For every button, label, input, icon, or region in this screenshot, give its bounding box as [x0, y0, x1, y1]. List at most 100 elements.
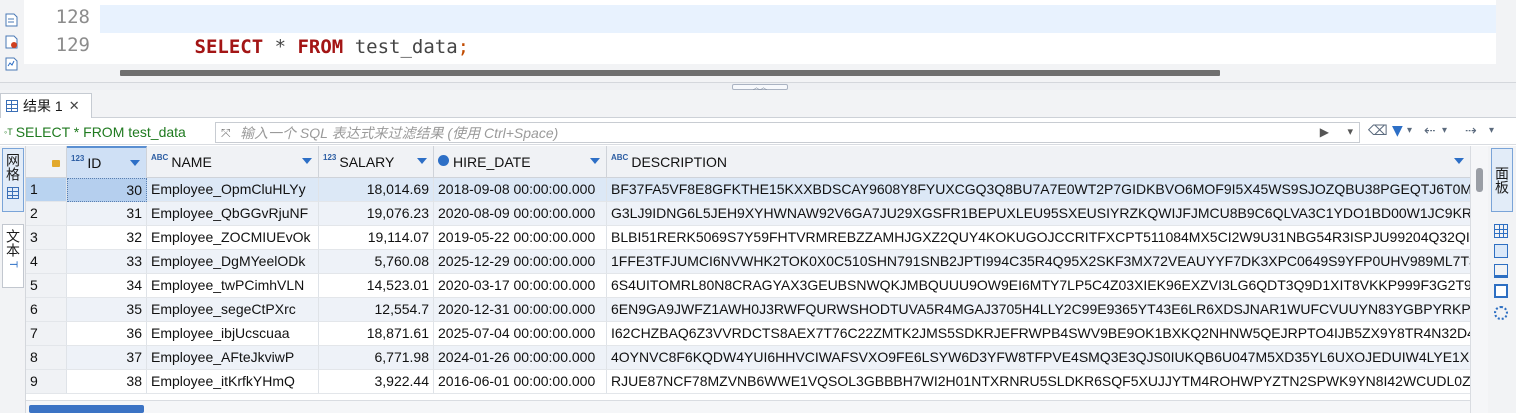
cell-hire-date[interactable]: 2025-12-29 00:00:00.000: [434, 250, 607, 274]
cell-name[interactable]: Employee_OpmCluHLYy: [147, 178, 319, 202]
settings-icon[interactable]: [1494, 306, 1508, 320]
cell-salary[interactable]: 12,554.7: [319, 298, 434, 322]
sort-icon[interactable]: [302, 158, 312, 164]
column-header-salary[interactable]: 123 SALARY: [319, 146, 434, 178]
cell-hire-date[interactable]: 2016-06-01 00:00:00.000: [434, 370, 607, 394]
cell-name[interactable]: Employee_AFteJkviwP: [147, 346, 319, 370]
export-script-icon[interactable]: [4, 34, 19, 49]
cell-name[interactable]: Employee_segeCtPXrc: [147, 298, 319, 322]
back-icon[interactable]: ⇠: [1424, 123, 1436, 139]
cell-description[interactable]: BF37FA5VF8E8GFKTHE15KXXBDSCAY9608Y8FYUXC…: [607, 178, 1470, 202]
cell-description[interactable]: 4OYNVC8F6KQDW4YUI6HHVCIWAFSVXO9FE6LSYW6D…: [607, 346, 1470, 370]
forward-icon[interactable]: ⇢: [1465, 123, 1477, 139]
cell-description[interactable]: G3LJ9IDNG6L5JEH9XYHWNAW92V6GA7JU29XGSFR1…: [607, 202, 1470, 226]
active-query-label[interactable]: ◦T SELECT * FROM test_data: [4, 122, 186, 142]
table-view-icon[interactable]: [1494, 244, 1508, 258]
table-row[interactable]: 1 30 Employee_OpmCluHLYy 18,014.69 2018-09-0…: [26, 178, 1470, 202]
scrollbar-thumb[interactable]: [29, 405, 144, 413]
column-header-description[interactable]: ABC DESCRIPTION: [607, 146, 1470, 178]
cell-hire-date[interactable]: 2020-03-17 00:00:00.000: [434, 274, 607, 298]
cell-hire-date[interactable]: 2024-01-26 00:00:00.000: [434, 346, 607, 370]
row-number-cell[interactable]: 6: [26, 298, 67, 322]
grid-horizontal-scrollbar[interactable]: [26, 400, 1470, 413]
cell-id[interactable]: 36: [67, 322, 147, 346]
cell-id[interactable]: 37: [67, 346, 147, 370]
table-row[interactable]: 4 33 Employee_DgMYeelODk 5,760.08 2025-12-29…: [26, 250, 1470, 274]
code-line[interactable]: [100, 33, 1496, 61]
cell-salary[interactable]: 18,871.61: [319, 322, 434, 346]
explain-plan-icon[interactable]: [4, 56, 19, 71]
table-row[interactable]: 7 36 Employee_ibjUcscuaa 18,871.61 2025-07-0…: [26, 322, 1470, 346]
table-row[interactable]: 2 31 Employee_QbGGvRjuNF 19,076.23 2020-08-0…: [26, 202, 1470, 226]
cell-name[interactable]: Employee_itKrfkYHmQ: [147, 370, 319, 394]
close-icon[interactable]: ✕: [69, 98, 80, 114]
cell-salary[interactable]: 3,922.44: [319, 370, 434, 394]
cell-salary[interactable]: 6,771.98: [319, 346, 434, 370]
tab-results-1[interactable]: 结果 1 ✕: [0, 93, 92, 118]
row-number-cell[interactable]: 3: [26, 226, 67, 250]
cell-id[interactable]: 34: [67, 274, 147, 298]
sort-icon[interactable]: [590, 158, 600, 164]
results-grid[interactable]: 123 ID ABC NAME 123 SALARY HIRE_DATE ABC: [26, 146, 1470, 413]
cell-name[interactable]: Employee_DgMYeelODk: [147, 250, 319, 274]
cell-description[interactable]: I62CHZBAQ6Z3VVRDCTS8AEX7T76C22ZMTK2JMS5S…: [607, 322, 1470, 346]
editor-horizontal-scrollbar[interactable]: [120, 70, 1220, 76]
tab-grid-view[interactable]: 网格: [2, 148, 24, 212]
filter-history-dropdown-icon[interactable]: ▾: [1347, 125, 1353, 138]
eraser-icon[interactable]: ⌫: [1368, 123, 1388, 139]
cell-description[interactable]: 6EN9GA9JWFZ1AWH0J3RWFQURWSHODTUVA5R4MGAJ…: [607, 298, 1470, 322]
record-view-icon[interactable]: [1494, 284, 1508, 298]
cell-name[interactable]: Employee_twPCimhVLN: [147, 274, 319, 298]
sort-icon[interactable]: [130, 160, 140, 166]
row-number-cell[interactable]: 8: [26, 346, 67, 370]
column-header-id[interactable]: 123 ID: [67, 146, 147, 178]
cell-salary[interactable]: 18,014.69: [319, 178, 434, 202]
expand-icon[interactable]: ⤧: [221, 126, 231, 141]
cell-name[interactable]: Employee_QbGGvRjuNF: [147, 202, 319, 226]
tab-panels[interactable]: 面板: [1491, 148, 1513, 212]
cell-hire-date[interactable]: 2020-08-09 00:00:00.000: [434, 202, 607, 226]
row-number-cell[interactable]: 9: [26, 370, 67, 394]
row-number-cell[interactable]: 7: [26, 322, 67, 346]
cell-name[interactable]: Employee_ibjUcscuaa: [147, 322, 319, 346]
apply-filter-icon[interactable]: ▶: [1320, 125, 1329, 139]
cell-salary[interactable]: 14,523.01: [319, 274, 434, 298]
cell-description[interactable]: 6S4UITOMRL80N8CRAGYAX3GEUBSNWQKJMBQUUU9O…: [607, 274, 1470, 298]
cell-hire-date[interactable]: 2025-07-04 00:00:00.000: [434, 322, 607, 346]
cell-description[interactable]: 1FFE3TFJUMCI6NVWHK2TOK0X0C510SHN791SNB2J…: [607, 250, 1470, 274]
editor-results-splitter[interactable]: ︿︿: [0, 82, 1516, 91]
cell-salary[interactable]: 19,076.23: [319, 202, 434, 226]
cell-id[interactable]: 35: [67, 298, 147, 322]
cell-salary[interactable]: 19,114.07: [319, 226, 434, 250]
cell-id[interactable]: 38: [67, 370, 147, 394]
cell-name[interactable]: Employee_ZOCMIUEvOk: [147, 226, 319, 250]
execute-script-icon[interactable]: [4, 12, 19, 27]
grid-icon[interactable]: [1494, 224, 1508, 238]
cell-hire-date[interactable]: 2019-05-22 00:00:00.000: [434, 226, 607, 250]
cell-id[interactable]: 32: [67, 226, 147, 250]
grid-vertical-scrollbar[interactable]: [1470, 146, 1488, 413]
cell-id[interactable]: 30: [67, 178, 147, 202]
back-dropdown-icon[interactable]: ▾: [1442, 125, 1447, 136]
filter-expression-input[interactable]: ⤧ 输入一个 SQL 表达式来过滤结果 (使用 Ctrl+Space) ▶ ▾: [215, 122, 1360, 143]
row-number-cell[interactable]: 5: [26, 274, 67, 298]
table-row[interactable]: 6 35 Employee_segeCtPXrc 12,554.7 2020-12-31…: [26, 298, 1470, 322]
cell-id[interactable]: 33: [67, 250, 147, 274]
cell-salary[interactable]: 5,760.08: [319, 250, 434, 274]
column-header-name[interactable]: ABC NAME: [147, 146, 319, 178]
forward-dropdown-icon[interactable]: ▾: [1489, 125, 1494, 136]
code-line-current[interactable]: SELECT * FROM test_data;: [100, 5, 1496, 58]
chart-icon[interactable]: [1494, 264, 1508, 278]
table-row[interactable]: 3 32 Employee_ZOCMIUEvOk 19,114.07 2019-05-2…: [26, 226, 1470, 250]
cell-description[interactable]: RJUE87NCF78MZVNB6WWE1VQSOL3GBBBH7WI2H01N…: [607, 370, 1470, 394]
scrollbar-thumb[interactable]: [1476, 168, 1483, 192]
cell-id[interactable]: 31: [67, 202, 147, 226]
row-number-header[interactable]: [26, 146, 67, 178]
sort-icon[interactable]: [1454, 158, 1464, 164]
code-area[interactable]: SELECT * FROM test_data;: [100, 0, 1496, 64]
column-header-hire-date[interactable]: HIRE_DATE: [434, 146, 607, 178]
table-row[interactable]: 8 37 Employee_AFteJkviwP 6,771.98 2024-01-26…: [26, 346, 1470, 370]
cell-hire-date[interactable]: 2020-12-31 00:00:00.000: [434, 298, 607, 322]
row-number-cell[interactable]: 1: [26, 178, 67, 202]
table-row[interactable]: 5 34 Employee_twPCimhVLN 14,523.01 2020-03-1…: [26, 274, 1470, 298]
